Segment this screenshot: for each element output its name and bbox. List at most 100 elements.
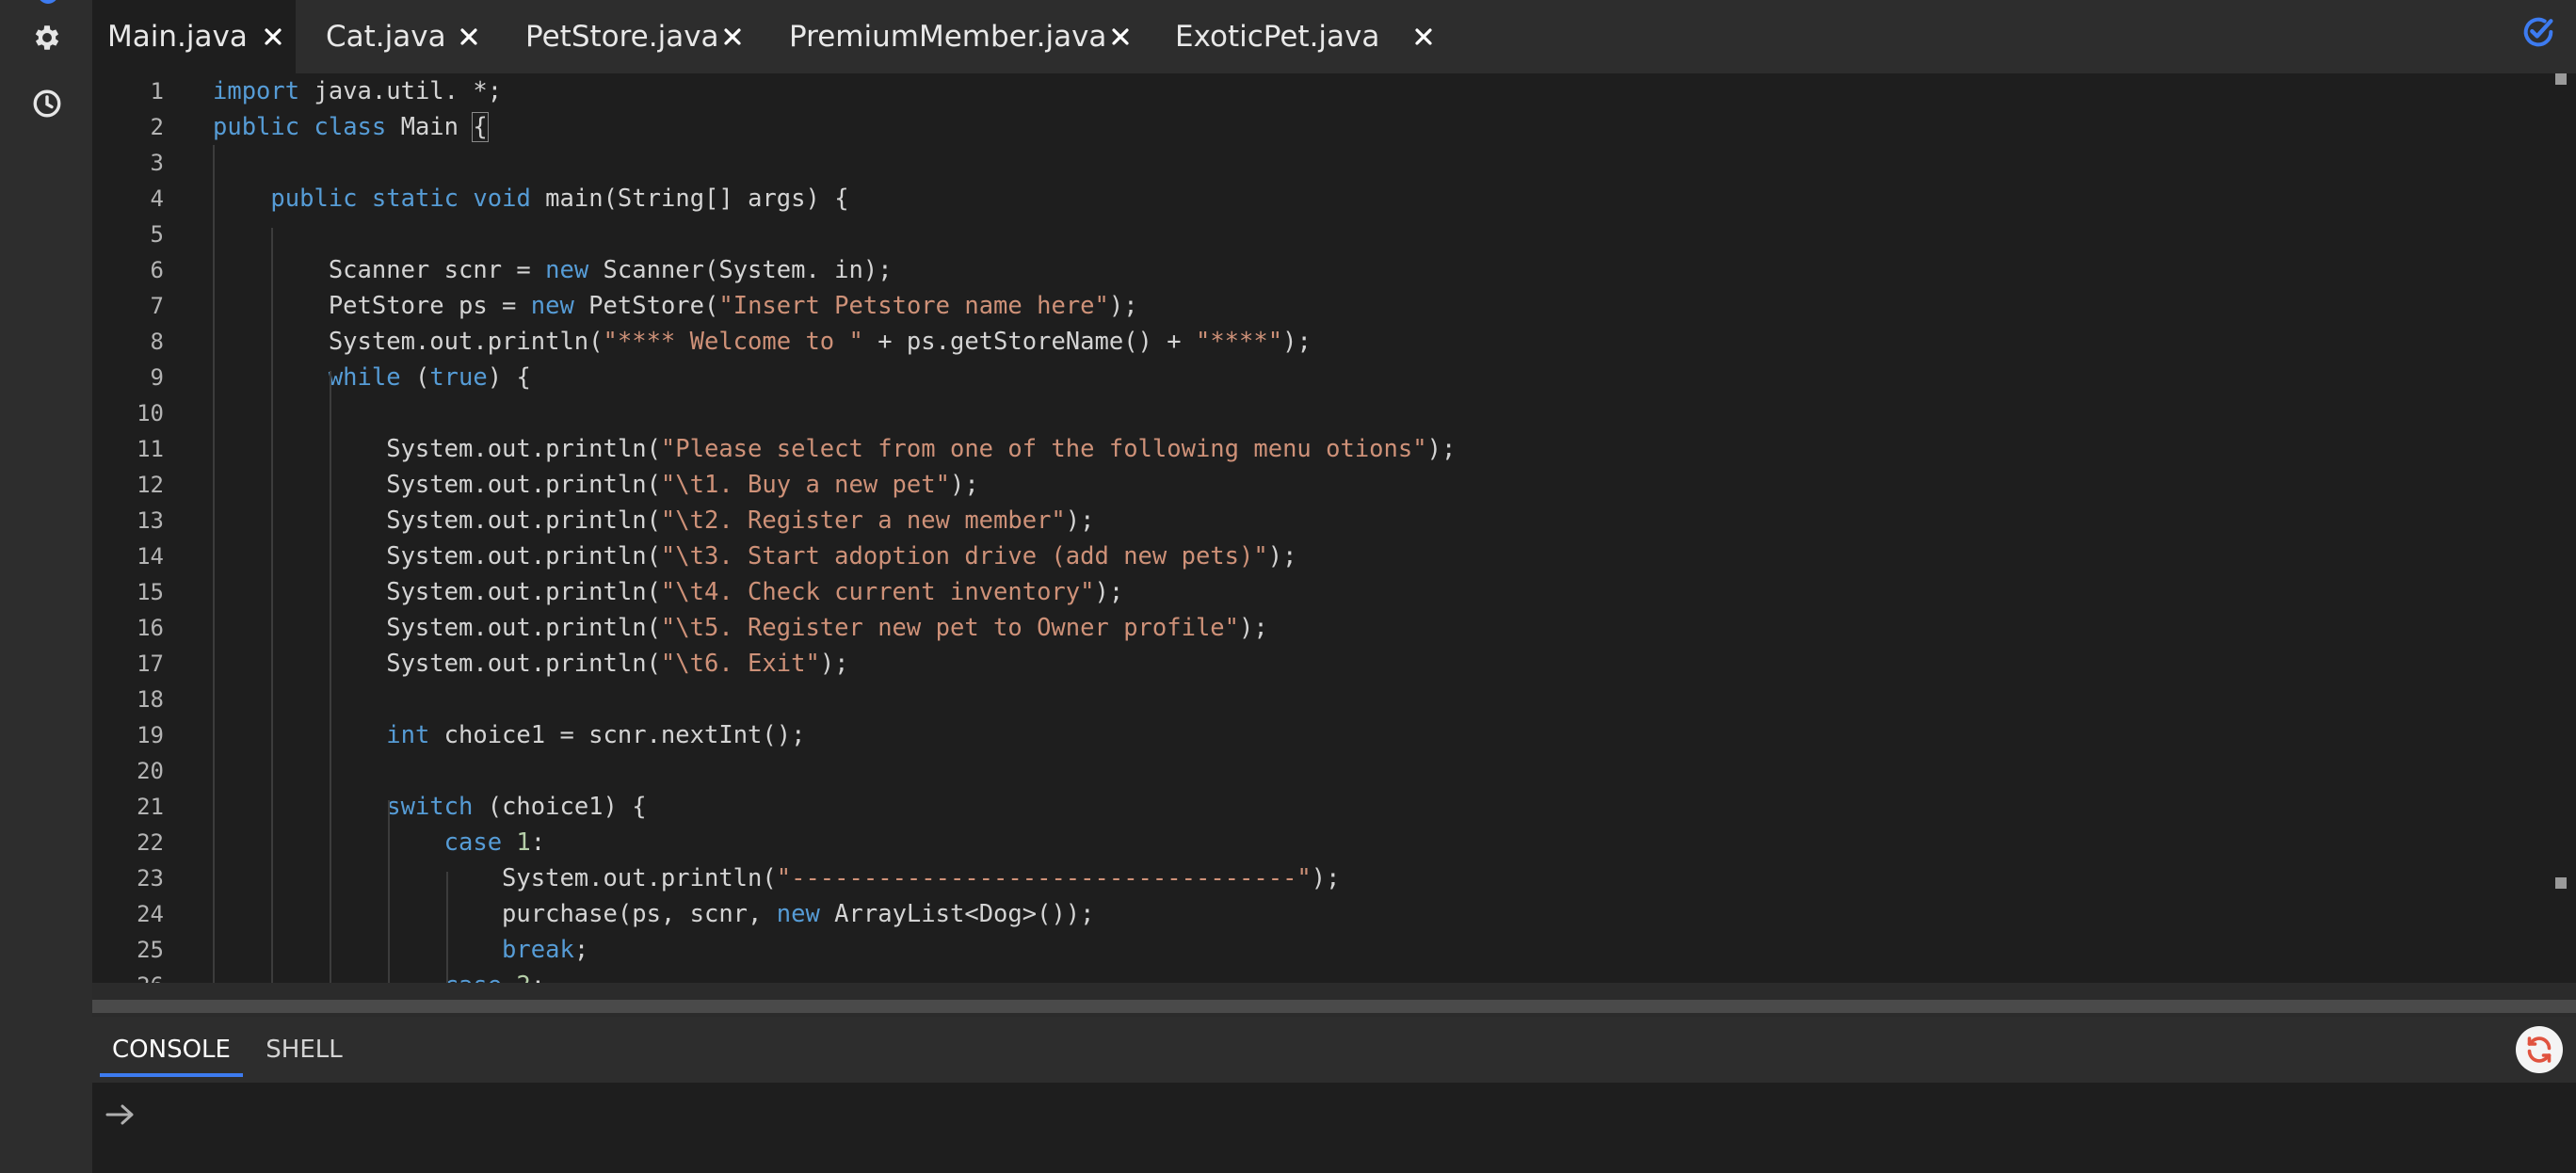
code-token: purchase(ps, scnr, (213, 900, 777, 928)
code-token: ); (1426, 435, 1457, 463)
code-line[interactable]: 11 System.out.println("Please select fro… (92, 431, 2576, 467)
string-token: "****" (1195, 328, 1283, 356)
code-token: ) { (487, 363, 531, 392)
code-text: PetStore ps = new PetStore("Insert Petst… (213, 288, 1138, 324)
code-token: Scanner(System. in); (588, 256, 893, 284)
line-number: 2 (150, 114, 164, 140)
tab-console[interactable]: CONSOLE (100, 1017, 243, 1083)
code-token: PetStore( (573, 292, 719, 320)
line-number: 26 (92, 968, 164, 983)
code-text: System.out.println("\t4. Check current i… (213, 574, 1123, 610)
code-text: case 1: (213, 825, 546, 860)
scrollbar-marker[interactable] (2555, 73, 2567, 85)
line-number: 1 (150, 78, 164, 104)
indent-guide (388, 800, 390, 983)
tab-premiummember-java[interactable]: PremiumMember.java (751, 0, 1137, 73)
line-number: 18 (137, 686, 164, 713)
history-button[interactable] (26, 83, 68, 124)
code-token: System.out.println( (213, 435, 661, 463)
code-line[interactable]: 25 break; (92, 932, 2576, 968)
code-line[interactable]: 14 System.out.println("\t3. Start adopti… (92, 538, 2576, 574)
arrow-right-icon (105, 1104, 134, 1125)
code-line[interactable]: 12 System.out.println("\t1. Buy a new pe… (92, 467, 2576, 503)
code-line[interactable]: 21 switch (choice1) { (92, 789, 2576, 825)
code-token: ( (400, 363, 430, 392)
code-line[interactable]: 13 System.out.println("\t2. Register a n… (92, 503, 2576, 538)
close-icon[interactable] (262, 25, 284, 48)
scrollbar-marker[interactable] (2555, 877, 2567, 889)
code-token: ); (1108, 292, 1138, 320)
tab-label: PremiumMember.java (789, 20, 1107, 54)
number-token: 1 (516, 828, 531, 857)
code-token: Main (386, 113, 474, 141)
code-line[interactable]: 3 (92, 145, 2576, 181)
code-text: public static void main(String[] args) { (213, 181, 849, 217)
code-line[interactable]: 18 (92, 682, 2576, 717)
check-circle-icon[interactable] (2520, 13, 2557, 51)
line-number: 11 (137, 436, 164, 462)
code-text: int choice1 = scnr.nextInt(); (213, 717, 805, 753)
code-token: ); (1094, 578, 1124, 606)
keyword-token: break (502, 936, 574, 964)
indent-guide (446, 872, 448, 983)
refresh-button[interactable] (2516, 1026, 2563, 1073)
code-token: main(String[] args) { (530, 185, 849, 213)
code-line[interactable]: 15 System.out.println("\t4. Check curren… (92, 574, 2576, 610)
code-line[interactable]: 7 PetStore ps = new PetStore("Insert Pet… (92, 288, 2576, 324)
code-token: (choice1) { (473, 793, 647, 821)
line-number: 14 (137, 543, 164, 570)
code-text: System.out.println("--------------------… (213, 860, 1340, 896)
code-text: import java.util. *; (213, 73, 502, 109)
code-line[interactable]: 16 System.out.println("\t5. Register new… (92, 610, 2576, 646)
tab-exoticpet-java[interactable]: ExoticPet.java (1137, 0, 1439, 73)
code-line[interactable]: 22 case 1: (92, 825, 2576, 860)
keyword-token: class (314, 113, 387, 141)
clock-icon (33, 89, 61, 118)
code-line[interactable]: 5 (92, 217, 2576, 252)
code-text: purchase(ps, scnr, new ArrayList<Dog>())… (213, 896, 1094, 932)
panel-tab-bar: CONSOLE SHELL (92, 1017, 2576, 1083)
code-line[interactable]: 23 System.out.println("-----------------… (92, 860, 2576, 896)
code-text: System.out.println("\t2. Register a new … (213, 503, 1094, 538)
tab-main-java[interactable]: Main.java (92, 0, 296, 73)
code-text: System.out.println("\t6. Exit"); (213, 646, 848, 682)
code-line[interactable]: 8 System.out.println("**** Welcome to " … (92, 324, 2576, 360)
code-token: { (472, 112, 489, 142)
code-line[interactable]: 6 Scanner scnr = new Scanner(System. in)… (92, 252, 2576, 288)
activity-rail (0, 0, 92, 1173)
string-token: "Insert Petstore name here" (718, 292, 1109, 320)
code-editor[interactable]: 1 import java.util. *; 2 public class Main … (92, 73, 2576, 983)
console-input[interactable] (149, 1096, 2506, 1135)
close-icon[interactable] (1109, 25, 1132, 48)
tab-cat-java[interactable]: Cat.java (296, 0, 490, 73)
settings-button[interactable] (26, 17, 68, 58)
close-icon[interactable] (721, 25, 744, 48)
code-line[interactable]: 24 purchase(ps, scnr, new ArrayList<Dog>… (92, 896, 2576, 932)
code-line[interactable]: 26 case 2: (92, 968, 2576, 983)
close-icon[interactable] (1412, 25, 1435, 48)
code-line[interactable]: 2 public class Main { (92, 109, 2576, 145)
code-line[interactable]: 20 (92, 753, 2576, 789)
splitter-bar[interactable] (92, 1000, 2576, 1013)
code-text: switch (choice1) { (213, 789, 647, 825)
line-number: 24 (137, 901, 164, 927)
editor-tab-bar: Main.java Cat.java PetStore.java Premium… (92, 0, 2576, 73)
close-icon[interactable] (458, 25, 480, 48)
code-line[interactable]: 17 System.out.println("\t6. Exit"); (92, 646, 2576, 682)
tab-petstore-java[interactable]: PetStore.java (490, 0, 751, 73)
code-line[interactable]: 1 import java.util. *; (92, 73, 2576, 109)
code-token: ); (1239, 614, 1268, 642)
code-line[interactable]: 10 (92, 395, 2576, 431)
keyword-token: new (530, 292, 574, 320)
console-output[interactable] (92, 1083, 2576, 1173)
code-line[interactable]: 4 public static void main(String[] args)… (92, 181, 2576, 217)
string-token: "Please select from one of the following… (660, 435, 1427, 463)
code-line[interactable]: 19 int choice1 = scnr.nextInt(); (92, 717, 2576, 753)
gear-icon (35, 25, 59, 50)
tab-shell[interactable]: SHELL (243, 1017, 365, 1083)
code-line[interactable]: 9 while (true) { (92, 360, 2576, 395)
